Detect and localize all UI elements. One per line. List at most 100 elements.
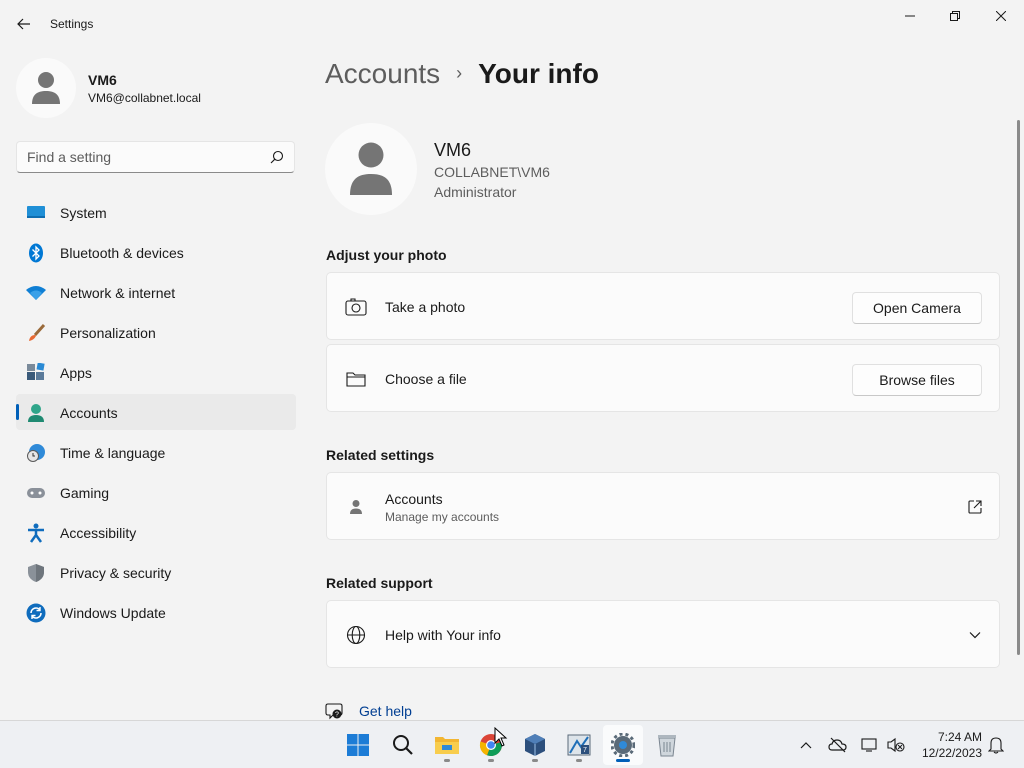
user-role: Administrator [434,184,517,200]
breadcrumb-separator: › [456,63,463,83]
wifi-icon [26,283,46,303]
svg-text:7: 7 [583,747,587,754]
file-explorer-icon [435,737,459,754]
sidebar-profile[interactable]: VM6 VM6@collabnet.local [16,58,296,118]
restore-button[interactable] [932,0,978,32]
sidebar-item-personalization[interactable]: Personalization [16,314,296,350]
minimize-button[interactable] [887,0,933,32]
take-photo-card: Take a photo Open Camera [326,272,1000,340]
scrollbar[interactable] [1017,120,1020,655]
globe-icon [345,625,367,645]
title-bar: Settings [0,0,1024,48]
sidebar-item-label: Windows Update [60,605,166,621]
user-avatar-icon [32,72,60,104]
sidebar-item-label: Accessibility [60,525,137,541]
profile-email: VM6@collabnet.local [88,91,201,105]
sidebar-item-windows-update[interactable]: Windows Update [16,594,296,630]
user-avatar [325,123,417,215]
person-icon [345,497,367,517]
restore-icon [950,11,960,21]
get-help-label: Get help [359,703,412,719]
accounts-link-card[interactable]: Accounts Manage my accounts [326,472,1000,540]
section-title-adjust-photo: Adjust your photo [326,247,447,263]
mouse-cursor-icon [494,727,508,747]
running-indicator [532,759,538,762]
network-disconnected-icon[interactable] [860,735,880,755]
close-button[interactable] [978,0,1024,32]
taskbar-search-button[interactable] [383,725,423,765]
taskbar-app[interactable]: 7 [559,725,599,765]
sidebar-item-accounts[interactable]: Accounts [16,394,296,430]
update-icon [26,603,46,623]
back-arrow-icon [17,18,30,30]
bluetooth-icon [26,243,46,263]
onedrive-offline-icon[interactable] [828,735,848,755]
sidebar-item-label: Apps [60,365,92,381]
camera-icon [345,297,367,317]
taskbar-recycle-bin[interactable] [647,725,687,765]
virtualbox-icon [525,734,545,756]
sidebar-item-network[interactable]: Network & internet [16,274,296,310]
page-title: Your info [478,58,599,89]
start-button[interactable] [338,725,378,765]
apps-icon [26,363,46,383]
shield-icon [26,563,46,583]
sidebar-item-accessibility[interactable]: Accessibility [16,514,296,550]
sidebar-item-apps[interactable]: Apps [16,354,296,390]
take-photo-label: Take a photo [385,299,466,315]
sidebar-item-gaming[interactable]: Gaming [16,474,296,510]
clock[interactable]: 7:24 AM 12/22/2023 [912,729,982,761]
start-icon [347,734,369,756]
help-expander[interactable]: Help with Your info [326,600,1000,668]
open-camera-button[interactable]: Open Camera [852,292,982,324]
section-title-related-settings: Related settings [326,447,435,463]
accounts-icon [26,403,46,423]
settings-icon [611,733,635,757]
recycle-bin-icon [658,735,676,757]
open-external-icon [967,499,983,515]
breadcrumb-parent[interactable]: Accounts [325,58,440,90]
system-icon [26,203,46,223]
sidebar-item-label: Network & internet [60,285,176,301]
minimize-icon [905,15,915,17]
paintbrush-icon [26,323,46,343]
close-icon [996,11,1006,21]
sidebar-item-label: Bluetooth & devices [60,245,184,261]
taskbar: 7 7:24 AM 12/22/2023 [0,720,1024,768]
volume-muted-icon[interactable] [886,735,906,755]
choose-file-card: Choose a file Browse files [326,344,1000,412]
running-indicator [444,759,450,762]
chevron-down-icon [967,627,983,643]
accounts-link-label: Accounts [385,491,443,507]
accounts-link-description: Manage my accounts [385,510,500,524]
taskbar-virtualbox[interactable] [515,725,555,765]
search-input[interactable] [27,142,267,172]
sidebar-item-label: Accounts [60,405,118,421]
chevron-up-icon[interactable] [796,735,816,755]
taskbar-settings[interactable] [603,725,643,765]
sidebar-item-time-language[interactable]: Time & language [16,434,296,470]
get-help-link[interactable]: ? Get help [325,701,412,721]
folder-icon [345,369,367,389]
sidebar-item-label: Privacy & security [60,565,172,581]
notification-bell-icon[interactable] [986,735,1006,755]
sidebar-item-bluetooth[interactable]: Bluetooth & devices [16,234,296,270]
search-icon [393,735,413,755]
user-info: VM6 COLLABNET\VM6 Administrator [325,123,725,219]
choose-file-label: Choose a file [385,371,467,387]
clock-date: 12/22/2023 [921,746,982,760]
running-indicator [576,759,582,762]
active-indicator [616,759,630,762]
sidebar-item-label: Gaming [60,485,110,501]
taskbar-file-explorer[interactable] [427,725,467,765]
sidebar-item-label: Personalization [60,325,156,341]
browse-files-button[interactable]: Browse files [852,364,982,396]
user-avatar-icon [350,142,392,195]
back-button[interactable] [10,10,38,38]
user-name: VM6 [434,140,472,160]
sidebar-item-privacy[interactable]: Privacy & security [16,554,296,590]
sidebar-item-system[interactable]: System [16,194,296,230]
svg-text:?: ? [335,712,339,719]
breadcrumb: Accounts › Your info [325,58,599,98]
search-icon[interactable] [270,150,284,164]
